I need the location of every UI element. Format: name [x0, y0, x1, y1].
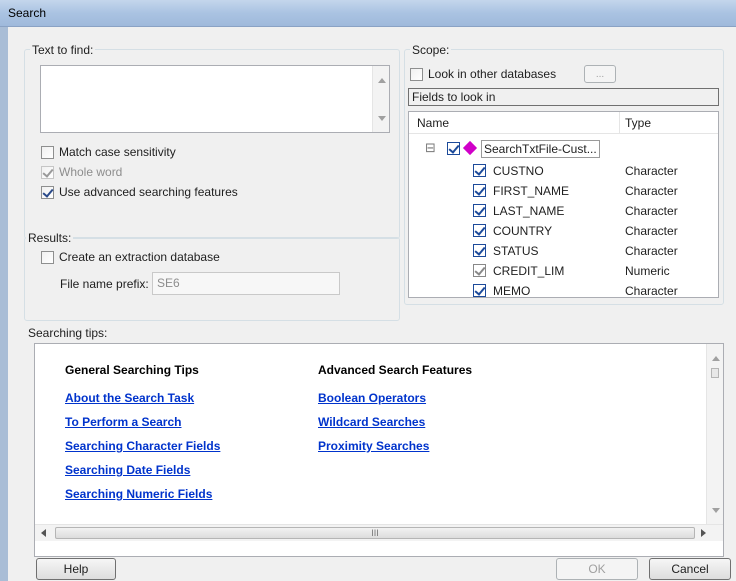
advanced-features-heading: Advanced Search Features	[318, 363, 473, 377]
field-row[interactable]: LAST_NAME Character	[409, 202, 718, 222]
tree-root-label: SearchTxtFile-Cust...	[481, 140, 600, 158]
column-separator[interactable]	[619, 112, 620, 134]
scroll-down-arrow-icon[interactable]	[712, 508, 720, 513]
field-name: LAST_NAME	[493, 204, 565, 218]
checkbox-icon	[410, 67, 423, 81]
field-name: CUSTNO	[493, 164, 544, 178]
match-case-label: Match case sensitivity	[59, 145, 176, 159]
look-in-other-databases-checkbox[interactable]: Look in other databases	[410, 67, 556, 81]
text-to-find-label: Text to find:	[30, 43, 96, 57]
checkbox-icon	[41, 145, 54, 159]
dialog-client-area: Text to find: Match case sensitivity Who…	[8, 27, 736, 581]
scroll-thumb[interactable]	[711, 368, 719, 378]
advanced-searching-label: Use advanced searching features	[59, 185, 238, 199]
window-title: Search	[8, 6, 47, 20]
text-to-find-input[interactable]	[40, 65, 390, 133]
tips-vertical-scrollbar[interactable]	[706, 344, 723, 524]
file-name-prefix-value: SE6	[157, 276, 180, 290]
column-header-type[interactable]: Type	[625, 116, 651, 130]
field-type: Character	[625, 284, 678, 298]
fields-tree[interactable]: Name Type ⊟ SearchTxtFile-Cust... CUSTNO…	[408, 111, 719, 298]
help-button[interactable]: Help	[36, 558, 116, 580]
fields-to-look-in-label: Fields to look in	[408, 88, 719, 106]
create-extraction-checkbox[interactable]: Create an extraction database	[41, 250, 220, 264]
browse-databases-button[interactable]: ...	[584, 65, 616, 83]
link-searching-numeric-fields[interactable]: Searching Numeric Fields	[65, 487, 212, 501]
scroll-down-arrow-icon[interactable]	[378, 116, 386, 121]
tips-horizontal-scrollbar[interactable]: III	[35, 524, 723, 541]
ok-button[interactable]: OK	[556, 558, 638, 580]
searching-tips-label: Searching tips:	[26, 326, 110, 340]
field-type: Character	[625, 224, 678, 238]
scroll-up-arrow-icon[interactable]	[378, 78, 386, 83]
field-checkbox-icon[interactable]	[473, 244, 486, 257]
checkbox-checked-icon	[41, 185, 54, 199]
field-row[interactable]: STATUS Character	[409, 242, 718, 262]
field-checkbox-icon[interactable]	[473, 184, 486, 197]
file-name-prefix-input[interactable]: SE6	[152, 272, 340, 295]
link-boolean-operators[interactable]: Boolean Operators	[318, 391, 426, 405]
field-row[interactable]: MEMO Character	[409, 282, 718, 298]
general-tips-heading: General Searching Tips	[65, 363, 199, 377]
link-about-search-task[interactable]: About the Search Task	[65, 391, 194, 405]
collapse-icon[interactable]: ⊟	[425, 140, 436, 156]
database-icon	[462, 140, 478, 156]
checkbox-checked-icon	[41, 165, 54, 179]
field-name: MEMO	[493, 284, 531, 298]
field-name: FIRST_NAME	[493, 184, 570, 198]
scroll-grip: III	[371, 528, 379, 538]
field-checkbox-icon[interactable]	[473, 204, 486, 217]
searching-tips-pane[interactable]: General Searching Tips About the Search …	[34, 343, 724, 557]
whole-word-label: Whole word	[59, 165, 123, 179]
link-searching-character-fields[interactable]: Searching Character Fields	[65, 439, 220, 453]
field-type: Character	[625, 164, 678, 178]
field-checkbox-icon[interactable]	[473, 164, 486, 177]
link-proximity-searches[interactable]: Proximity Searches	[318, 439, 429, 453]
field-row[interactable]: CUSTNO Character	[409, 162, 718, 182]
tree-root-row[interactable]: ⊟ SearchTxtFile-Cust...	[409, 140, 718, 160]
link-to-perform-search[interactable]: To Perform a Search	[65, 415, 181, 429]
horizontal-scroll-thumb[interactable]: III	[55, 527, 695, 539]
look-in-other-databases-label: Look in other databases	[428, 67, 557, 81]
field-type: Numeric	[625, 264, 670, 278]
scroll-up-arrow-icon[interactable]	[712, 356, 720, 361]
cancel-button[interactable]: Cancel	[649, 558, 731, 580]
field-type: Character	[625, 204, 678, 218]
column-header-name[interactable]: Name	[417, 116, 449, 130]
field-type: Character	[625, 244, 678, 258]
field-name: CREDIT_LIM	[493, 264, 565, 278]
scroll-right-arrow-icon[interactable]	[701, 529, 706, 537]
whole-word-checkbox[interactable]: Whole word	[41, 165, 122, 179]
results-label: Results:	[26, 231, 74, 245]
window-titlebar[interactable]: Search	[0, 0, 736, 27]
field-row[interactable]: CREDIT_LIM Numeric	[409, 262, 718, 282]
field-name: STATUS	[493, 244, 539, 258]
advanced-searching-checkbox[interactable]: Use advanced searching features	[41, 185, 238, 199]
file-name-prefix-label: File name prefix:	[60, 277, 149, 291]
field-row[interactable]: COUNTRY Character	[409, 222, 718, 242]
link-searching-date-fields[interactable]: Searching Date Fields	[65, 463, 190, 477]
root-checkbox-icon[interactable]	[447, 142, 460, 155]
scope-label: Scope:	[410, 43, 452, 57]
field-checkbox-icon[interactable]	[473, 264, 486, 277]
link-wildcard-searches[interactable]: Wildcard Searches	[318, 415, 425, 429]
field-name: COUNTRY	[493, 224, 553, 238]
scroll-left-arrow-icon[interactable]	[41, 529, 46, 537]
field-checkbox-icon[interactable]	[473, 284, 486, 297]
checkbox-icon	[41, 250, 54, 264]
field-type: Character	[625, 184, 678, 198]
fields-tree-header: Name Type	[409, 112, 718, 134]
field-row[interactable]: FIRST_NAME Character	[409, 182, 718, 202]
text-to-find-scrollbar[interactable]	[372, 66, 389, 132]
create-extraction-label: Create an extraction database	[59, 250, 220, 264]
field-checkbox-icon[interactable]	[473, 224, 486, 237]
match-case-checkbox[interactable]: Match case sensitivity	[41, 145, 176, 159]
